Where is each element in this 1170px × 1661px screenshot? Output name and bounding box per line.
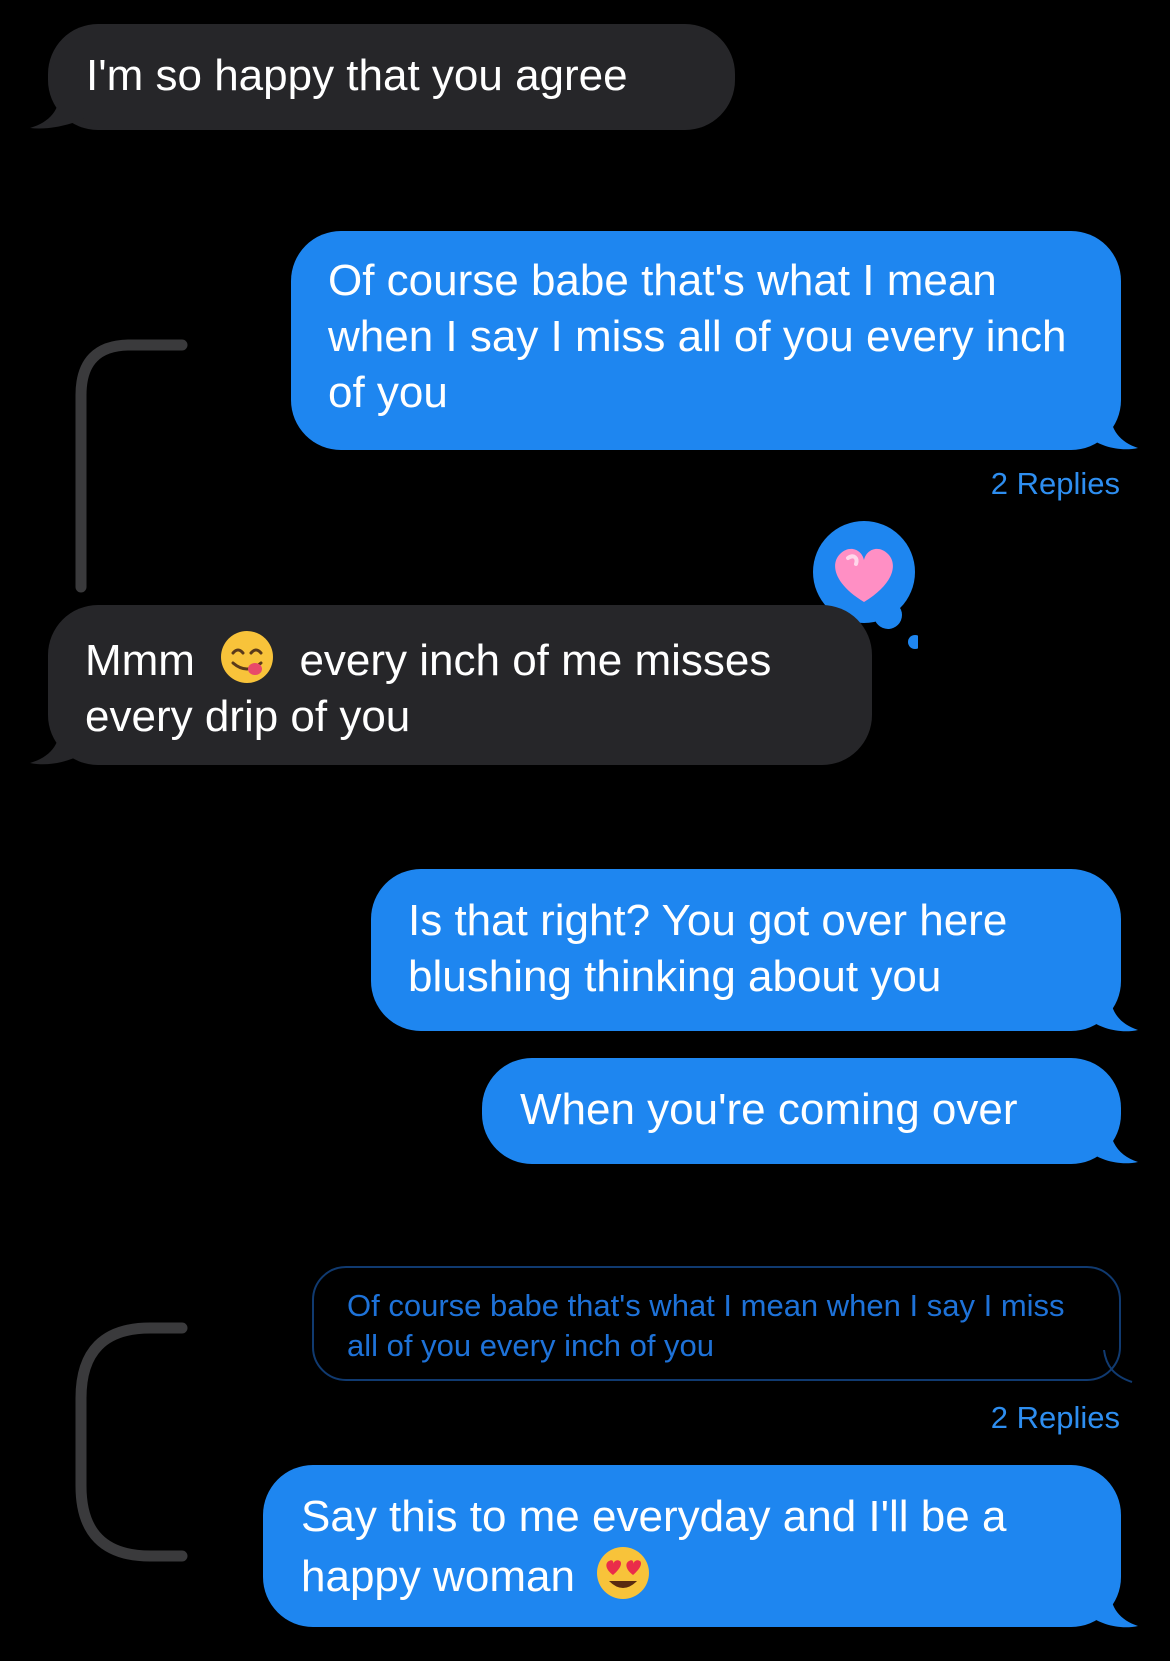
message-bubble-incoming[interactable]: I'm so happy that you agree <box>48 24 735 130</box>
quoted-text: Of course babe that's what I mean when I… <box>347 1288 1065 1363</box>
bubble-tail <box>1090 1124 1138 1164</box>
message-text: Mmm every inch of me misses every drip o… <box>85 629 836 745</box>
message-text-start: Mmm <box>85 636 195 685</box>
thread-line <box>75 339 188 593</box>
message-text: Say this to me everyday and I'll be a ha… <box>301 1489 1081 1605</box>
bubble-tail <box>1090 410 1138 450</box>
bubble-tail <box>30 725 85 765</box>
message-bubble-incoming[interactable]: Mmm every inch of me misses every drip o… <box>48 605 872 765</box>
heart-eyes-emoji-icon <box>597 1547 650 1599</box>
message-text: I'm so happy that you agree <box>86 51 628 100</box>
message-text-main: Say this to me everyday and I'll be a ha… <box>301 1492 1007 1601</box>
thread-line <box>75 1322 188 1562</box>
message-text: When you're coming over <box>520 1085 1018 1134</box>
message-bubble-outgoing[interactable]: Of course babe that's what I mean when I… <box>291 231 1121 450</box>
bubble-tail <box>30 90 85 129</box>
bubble-tail <box>1090 992 1138 1032</box>
replies-link[interactable]: 2 Replies <box>991 1400 1120 1436</box>
message-text: Is that right? You got over here blushin… <box>408 896 1008 1001</box>
message-bubble-outgoing[interactable]: When you're coming over <box>482 1058 1121 1164</box>
quoted-message-preview[interactable]: Of course babe that's what I mean when I… <box>312 1266 1121 1381</box>
bubble-tail <box>1103 1350 1133 1383</box>
message-bubble-outgoing[interactable]: Say this to me everyday and I'll be a ha… <box>263 1465 1121 1627</box>
replies-link[interactable]: 2 Replies <box>991 466 1120 502</box>
message-text: Of course babe that's what I mean when I… <box>328 256 1067 417</box>
bubble-tail <box>1090 1588 1138 1628</box>
message-bubble-outgoing[interactable]: Is that right? You got over here blushin… <box>371 869 1121 1031</box>
face-savoring-food-icon <box>221 631 274 683</box>
